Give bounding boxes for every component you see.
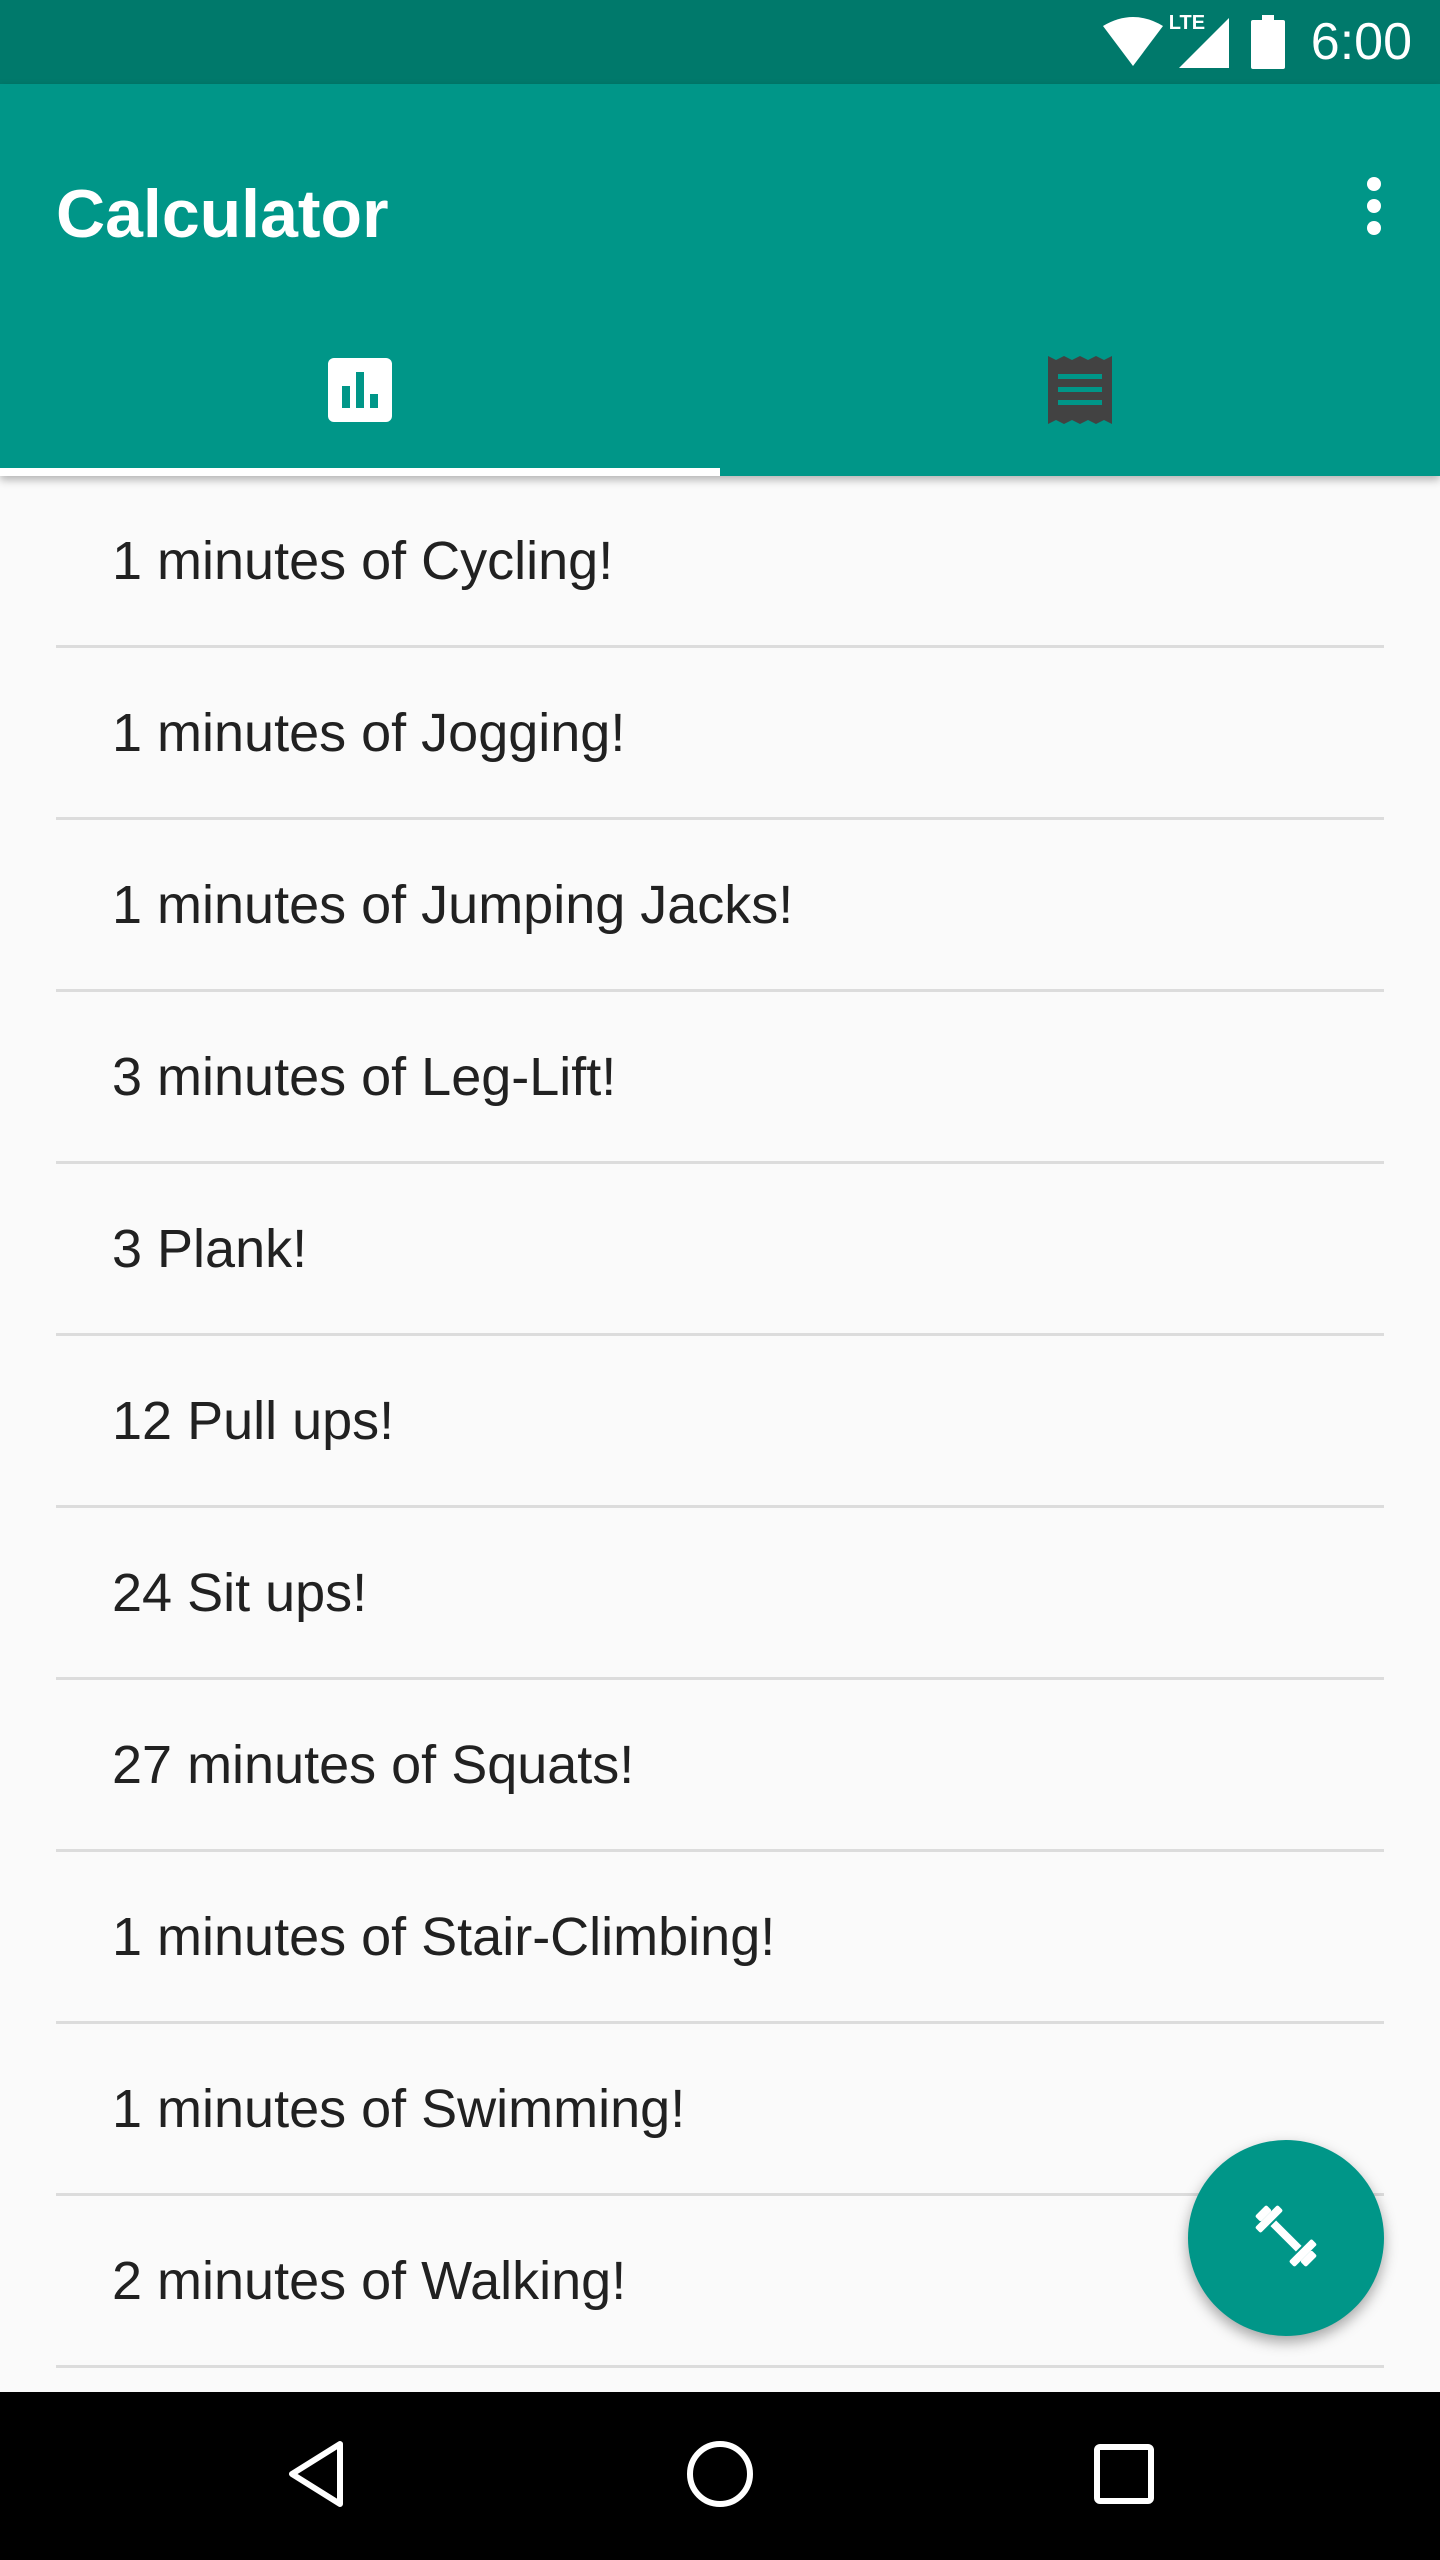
list-item[interactable]: 24 Sit ups! <box>56 1508 1384 1680</box>
list-item[interactable]: 2 minutes of Walking! <box>56 2196 1384 2368</box>
list-item[interactable]: 3 Plank! <box>56 1164 1384 1336</box>
list-item[interactable]: 1 minutes of Jumping Jacks! <box>56 820 1384 992</box>
add-workout-fab[interactable] <box>1188 2140 1384 2336</box>
network-type-label: LTE <box>1168 12 1206 34</box>
recents-button[interactable] <box>1024 2392 1224 2560</box>
more-vert-icon <box>1366 176 1382 241</box>
home-button[interactable] <box>620 2392 820 2560</box>
app-bar: Calculator <box>0 84 1440 476</box>
bar-chart-icon <box>328 357 392 427</box>
tab-selected-indicator <box>0 468 720 476</box>
battery-icon <box>1250 15 1285 69</box>
list-item-label: 27 minutes of Squats! <box>112 1734 635 1795</box>
app-title: Calculator <box>56 176 389 252</box>
list-item-label: 1 minutes of Stair-Climbing! <box>112 1906 776 1967</box>
status-bar: LTE 6:00 <box>0 0 1440 84</box>
recents-icon <box>1094 2443 1154 2509</box>
list-item-label: 12 Pull ups! <box>112 1390 395 1451</box>
list-item-label: 3 Plank! <box>112 1218 308 1279</box>
tab-list[interactable] <box>720 308 1440 476</box>
list-item-label: 24 Sit ups! <box>112 1562 368 1623</box>
list-item-label: 3 minutes of Leg-Lift! <box>112 1046 617 1107</box>
list-item[interactable]: 1 minutes of Cycling! <box>56 476 1384 648</box>
list-item[interactable]: 1 minutes of Stair-Climbing! <box>56 1852 1384 2024</box>
list-item-label: 1 minutes of Swimming! <box>112 2078 686 2139</box>
list-item-label: 1 minutes of Cycling! <box>112 530 614 591</box>
home-icon <box>686 2440 754 2513</box>
wifi-icon <box>1101 16 1165 68</box>
system-nav-bar <box>0 2392 1440 2560</box>
overflow-menu-button[interactable] <box>1334 168 1414 248</box>
cell-signal-icon: LTE <box>1169 12 1231 70</box>
list-item[interactable]: 1 minutes of Swimming! <box>56 2024 1384 2196</box>
list-item-label: 2 minutes of Walking! <box>112 2250 627 2311</box>
back-icon <box>286 2440 346 2513</box>
status-time: 6:00 <box>1310 13 1412 71</box>
tab-stats[interactable] <box>0 308 720 476</box>
list-item-label: 1 minutes of Jogging! <box>112 702 626 763</box>
list-item[interactable]: 3 minutes of Leg-Lift! <box>56 992 1384 1164</box>
exercise-list: 1 minutes of Cycling! 1 minutes of Joggi… <box>0 476 1440 2392</box>
status-icons: LTE 6:00 <box>1101 0 1412 84</box>
list-item[interactable]: 27 minutes of Squats! <box>56 1680 1384 1852</box>
fitness-dumbbell-icon <box>1248 2198 1324 2279</box>
list-item-label: 1 minutes of Jumping Jacks! <box>112 874 794 935</box>
list-item[interactable]: 12 Pull ups! <box>56 1336 1384 1508</box>
back-button[interactable] <box>216 2392 416 2560</box>
list-document-icon <box>1048 355 1112 429</box>
list-item[interactable]: 1 minutes of Jogging! <box>56 648 1384 820</box>
